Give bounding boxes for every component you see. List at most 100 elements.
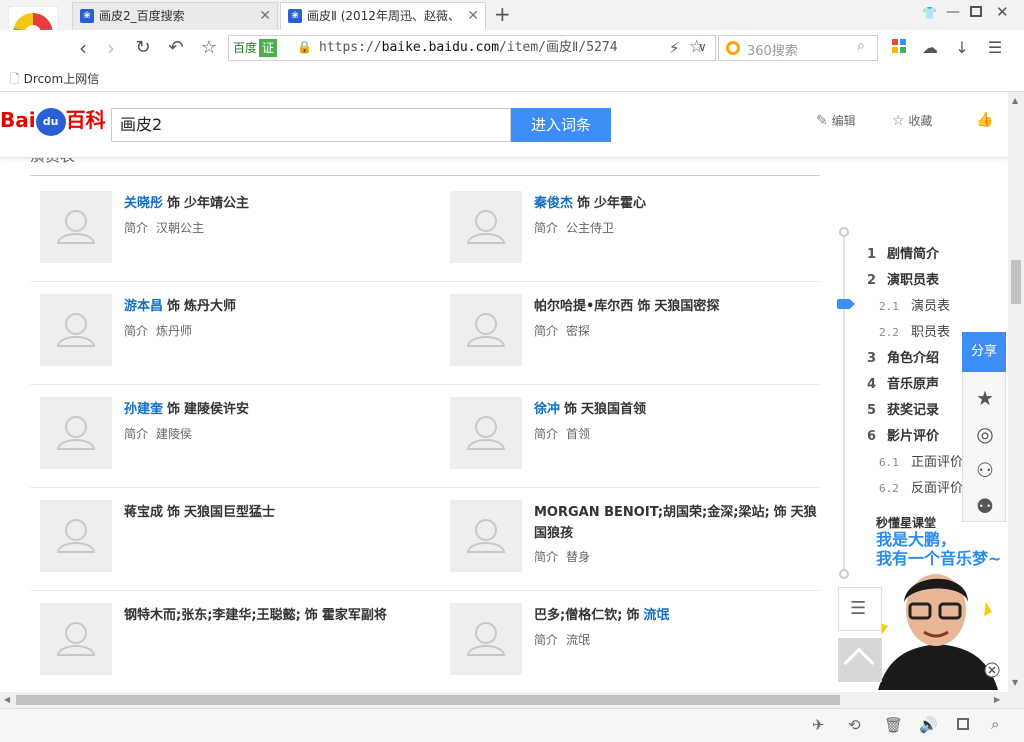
undo-close-button[interactable]: ↶ [163,35,189,61]
like-button[interactable]: 👍 [976,112,993,128]
toc-item[interactable]: 1 剧情简介 [867,243,939,262]
actor-photo[interactable] [450,500,522,572]
zoom-icon[interactable]: ⌕ [991,715,999,733]
address-bar[interactable]: 百度证 🔒 https://baike.baidu.com/item/画皮Ⅱ/5… [228,35,716,61]
toc-item[interactable]: 2.1 演员表 [879,295,950,314]
reload-button[interactable]: ↻ [130,35,156,61]
toc-item[interactable]: 5 获奖记录 [867,399,939,418]
weibo-icon[interactable]: ◎ [972,421,998,447]
cast-member-card[interactable]: 帕尔哈提•库尔西饰天狼国密探 简介 密探 [450,294,820,397]
ad-portrait-image[interactable] [868,562,1008,690]
qzone-star-icon[interactable]: ★ [972,385,998,411]
site-verified-badge[interactable]: 百度证 [233,39,278,57]
horizontal-scroll-thumb[interactable] [16,695,840,705]
share-sidebar: 分享 ★ ◎ ⚇ ⚉ [962,332,1006,522]
maximize-button[interactable] [970,6,982,17]
actor-name[interactable]: 徐冲 [534,402,560,417]
role-word: 饰 [564,402,578,417]
qq-icon[interactable]: ⚉ [972,493,998,519]
cast-member-card[interactable]: MORGAN BENOIT;胡国荣;金深;梁站; 饰天狼国狼孩 简介 替身 [450,500,820,603]
cast-member-card[interactable]: 秦俊杰饰少年霍心 简介 公主侍卫 [450,191,820,294]
actor-photo[interactable] [450,294,522,366]
apps-grid-icon[interactable] [892,39,906,53]
lightning-icon[interactable]: ⚡ [669,39,680,57]
avatar-placeholder-icon [56,416,96,450]
toc-item[interactable]: 3 角色介绍 [867,347,939,366]
cast-member-card[interactable]: 徐冲饰天狼国首领 简介 首领 [450,397,820,500]
back-to-top-button[interactable] [838,638,882,682]
cast-member-card[interactable]: 钢特木而;张东;李建华;王聪懿; 饰霍家军副将 [40,603,410,692]
search-engine-box[interactable]: 360搜索 ⌕ [718,35,878,61]
baike-logo[interactable]: Bai du 百科 [0,104,106,136]
sound-icon[interactable]: 🔊 [919,716,938,734]
toc-label: 职员表 [911,325,951,340]
vertical-scrollbar[interactable]: ▲ ▼ [1008,92,1024,692]
avatar-placeholder-icon [466,519,506,553]
actor-photo[interactable] [40,500,112,572]
actor-photo[interactable] [450,397,522,469]
scroll-down-arrow-icon[interactable]: ▼ [1012,678,1018,687]
back-button[interactable]: ‹ [70,35,96,61]
enter-entry-button[interactable]: 进入词条 [511,108,611,142]
bookmark-star-icon[interactable]: ☆ [196,35,222,61]
trash-icon[interactable]: 🗑 [884,716,903,734]
toc-item[interactable]: 2.2 职员表 [879,321,950,340]
toc-item[interactable]: 2 演职员表 [867,269,939,288]
download-icon[interactable]: ↓ [949,35,975,61]
tab-bar: ❀ 画皮2_百度搜索 ✕ ❀ 画皮Ⅱ (2012年周迅、赵薇、 ✕ + 👕 — … [0,0,1024,31]
cast-member-card[interactable]: 蒋宝成饰天狼国巨型猛士 [40,500,410,603]
actor-photo[interactable] [40,603,112,675]
actor-photo[interactable] [40,191,112,263]
actor-name[interactable]: 秦俊杰 [534,196,573,211]
horizontal-scrollbar[interactable]: ◀ ▶ [0,692,1024,708]
bookmark-item[interactable]: 🗋 Drcom上网信 [10,70,99,91]
cast-name-line: 游本昌饰炼丹大师 [124,296,414,317]
scroll-left-arrow-icon[interactable]: ◀ [4,695,10,704]
search-icon[interactable]: ⌕ [857,38,865,54]
cast-member-card[interactable]: 游本昌饰炼丹大师 简介 炼丹师 [40,294,410,397]
baike-search-input[interactable]: 画皮2 [111,108,511,142]
role-word: 饰 [167,402,181,417]
window-icon[interactable] [957,718,969,730]
close-window-button[interactable]: ✕ [996,3,1009,21]
toc-item[interactable]: 4 音乐原声 [867,373,939,392]
menu-icon[interactable]: ☰ [982,35,1008,61]
share-button[interactable]: 分享 [962,332,1006,372]
cast-member-card[interactable]: 巴多;僧格仁钦; 饰流氓 简介 流氓 [450,603,820,692]
minimize-button[interactable]: — [946,4,960,20]
edit-button[interactable]: ✎ 编辑 [816,112,856,129]
new-tab-button[interactable]: + [494,2,511,26]
favorite-button[interactable]: ☆ 收藏 [892,112,932,129]
cast-member-card[interactable]: 孙建奎饰建陵侯许安 简介 建陵侯 [40,397,410,500]
url-text[interactable]: https://baike.baidu.com/item/画皮Ⅱ/5274 [319,39,618,57]
toc-item[interactable]: 6.2 反面评价 [879,477,963,496]
actor-photo[interactable] [450,603,522,675]
actor-name[interactable]: 游本昌 [124,299,163,314]
cloud-icon[interactable]: ☁ [917,35,943,61]
actor-name[interactable]: 关晓彤 [124,196,163,211]
actor-name[interactable]: 孙建奎 [124,402,163,417]
close-tab-icon[interactable]: ✕ [467,3,479,29]
close-tab-icon[interactable]: ✕ [259,3,271,29]
tab-baike[interactable]: ❀ 画皮Ⅱ (2012年周迅、赵薇、 ✕ [280,2,486,31]
catalog-list-button[interactable]: ☰ [838,587,882,631]
forward-button[interactable]: › [98,35,124,61]
pin-icon[interactable]: ✈ [812,716,825,734]
actor-photo[interactable] [450,191,522,263]
speedup-icon[interactable]: ⟲ [848,716,861,734]
scroll-up-arrow-icon[interactable]: ▲ [1012,96,1018,105]
cast-name-line: 巴多;僧格仁钦; 饰流氓 [534,605,824,626]
role-name[interactable]: 流氓 [643,608,669,623]
vertical-scroll-thumb[interactable] [1011,260,1021,304]
toc-item[interactable]: 6 影片评价 [867,425,939,444]
tab-baidu-search[interactable]: ❀ 画皮2_百度搜索 ✕ [72,2,278,30]
scroll-right-arrow-icon[interactable]: ▶ [994,695,1000,704]
toc-item[interactable]: 6.1 正面评价 [879,451,963,470]
toc-number: 4 [867,377,877,392]
skin-icon[interactable]: 👕 [922,6,937,20]
actor-photo[interactable] [40,397,112,469]
actor-photo[interactable] [40,294,112,366]
dropdown-chevron-icon[interactable]: ∨ [698,40,707,54]
cast-member-card[interactable]: 关晓彤饰少年靖公主 简介 汉朝公主 [40,191,410,294]
wechat-icon[interactable]: ⚇ [972,457,998,483]
